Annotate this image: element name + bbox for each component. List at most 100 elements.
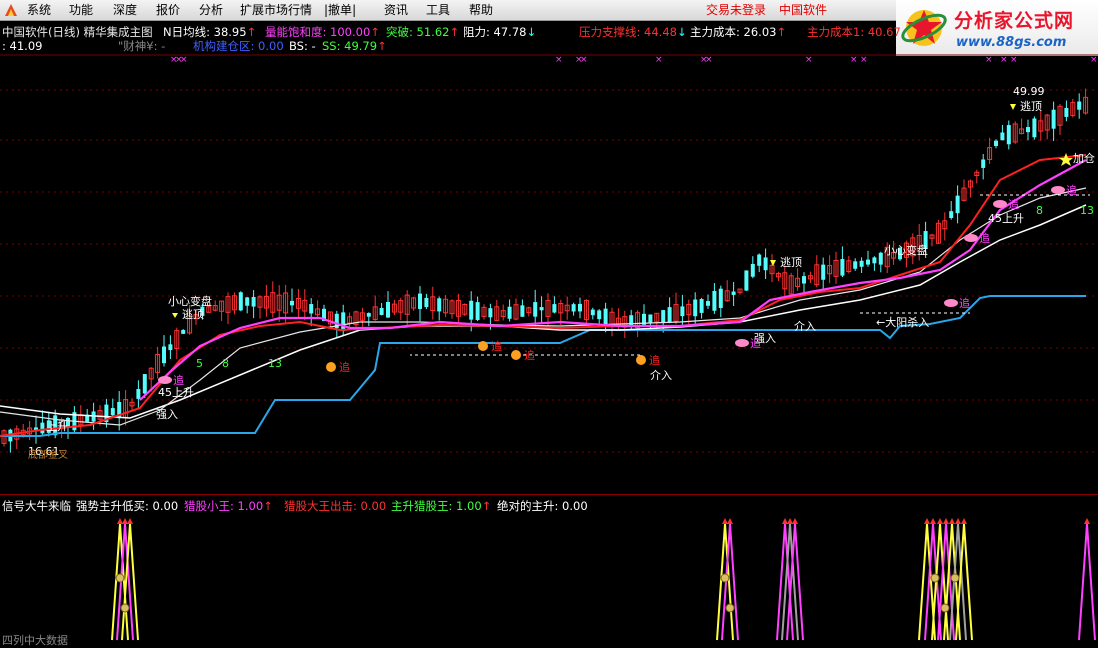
coin-icon	[720, 573, 730, 583]
chase-label-red: 追	[491, 339, 502, 353]
coin-icon	[115, 573, 125, 583]
candle-body-down	[667, 307, 672, 323]
chase-ellipse-icon	[993, 200, 1007, 208]
spike-arrow-icon	[787, 518, 793, 524]
spike-arrow-icon	[727, 518, 733, 524]
candle-body-down	[341, 312, 346, 331]
strong-in-label-2: 强入	[156, 408, 178, 421]
orange-ball-icon	[636, 355, 646, 365]
x-marker-icon: ×	[705, 55, 713, 65]
chase-label: 追	[173, 373, 184, 387]
bottom-cross-label: 底部金叉	[28, 448, 68, 461]
candle-body-down	[840, 259, 845, 276]
candle-body-down	[142, 374, 147, 394]
candle-body-down	[1064, 107, 1069, 117]
escape-triangle-icon	[1010, 104, 1016, 110]
chase-label: 追	[959, 296, 970, 310]
escape-label: 逃顶	[182, 308, 204, 321]
chase-ellipse-icon	[1051, 186, 1065, 194]
rise45-label-2: 45上升	[988, 212, 1024, 225]
candle-body-down	[578, 303, 582, 312]
ma8-label: 8	[1036, 204, 1043, 217]
chase-ellipse-icon	[964, 234, 978, 242]
x-marker-icon: ×	[580, 55, 588, 65]
ma5-label: 5	[196, 357, 203, 370]
chase-ellipse-icon	[735, 339, 749, 347]
candle-body-down	[699, 299, 704, 313]
candle-body-down	[680, 306, 685, 317]
candle-body-down	[418, 293, 422, 310]
spike-arrow-icon	[949, 518, 955, 524]
candle-body-down	[520, 305, 525, 317]
candle-body-down	[853, 261, 858, 269]
candle-body-down	[475, 302, 480, 320]
candle-body-down	[552, 304, 557, 313]
cutback-label: ←大阳杀入	[876, 315, 929, 329]
kline-chart[interactable]: 小心变盘逃顶小心变盘逃顶逃顶加仓49.9916.61底部金叉45上升45上升上升…	[0, 0, 1098, 644]
x-marker-icon: ×	[850, 55, 858, 65]
candle-body-down	[162, 346, 166, 364]
chase-ellipse-icon	[158, 376, 172, 384]
price-high-label: 49.99	[1013, 85, 1045, 98]
spike-arrow-icon	[943, 518, 949, 524]
candle-body-down	[597, 310, 602, 320]
candle-body-down	[1051, 109, 1056, 129]
candle-body-down	[693, 299, 698, 317]
candle-body-down	[238, 292, 243, 311]
candle-body-down	[1032, 118, 1037, 138]
candle-body-down	[821, 264, 826, 280]
candle-body-down	[437, 298, 442, 312]
escape-label-2: 逃顶	[780, 256, 802, 269]
chase-ellipse-icon	[944, 299, 958, 307]
candle-body-down	[706, 301, 710, 306]
candle-body-down	[757, 254, 762, 266]
candle-body-down	[878, 252, 883, 265]
candle-body-down	[866, 259, 870, 265]
candle-body-down	[1077, 101, 1082, 110]
escape-triangle-icon	[172, 313, 178, 318]
x-marker-icon: ×	[180, 55, 188, 65]
x-marker-icon: ×	[1010, 55, 1018, 65]
candle-body-down	[424, 297, 429, 308]
candle-body-down	[872, 257, 877, 264]
spike-arrow-icon	[1084, 518, 1090, 524]
caution-label: 小心变盘	[168, 294, 212, 308]
candle-body-down	[379, 307, 384, 315]
orange-ball-icon	[478, 341, 488, 351]
candle-body-down	[731, 291, 736, 295]
coin-icon	[950, 573, 960, 583]
candle-body-down	[763, 257, 768, 271]
x-marker-icon: ×	[985, 55, 993, 65]
candle-body-down	[539, 307, 544, 311]
chase-label: 追	[1066, 183, 1077, 197]
candle-body-down	[1000, 132, 1005, 141]
candle-body-down	[750, 263, 755, 277]
buy-in-label-2: 介入	[794, 320, 816, 333]
candle-body-down	[251, 296, 256, 307]
candle-body-down	[168, 344, 173, 351]
candle-body-down	[110, 408, 115, 416]
x-marker-icon: ×	[655, 55, 663, 65]
chase-label: 追	[1008, 197, 1019, 211]
candle-body-down	[648, 314, 653, 323]
candle-body-down	[386, 302, 390, 318]
candle-body-down	[718, 288, 723, 308]
ma8-label-2: 8	[222, 357, 229, 370]
bottom-cut-text: 四列中大数据	[2, 634, 68, 647]
x-marker-icon: ×	[805, 55, 813, 65]
candle-body-down	[40, 422, 45, 434]
spike-arrow-icon	[955, 518, 961, 524]
coin-icon	[940, 603, 950, 613]
chase-label-red: 追	[649, 353, 660, 367]
x-marker-icon: ×	[1000, 55, 1008, 65]
candle-body-down	[488, 308, 493, 318]
coin-icon	[930, 573, 940, 583]
orange-ball-icon	[326, 362, 336, 372]
candle-body-down	[859, 260, 864, 267]
add-position-label: 加仓	[1073, 151, 1095, 165]
spike-arrow-icon	[127, 518, 133, 524]
chase-label: 追	[979, 231, 990, 245]
spike-arrow-icon	[924, 518, 930, 524]
escape-label-3: 逃顶	[1020, 100, 1042, 113]
caution-label-2: 小心变盘	[884, 243, 928, 257]
